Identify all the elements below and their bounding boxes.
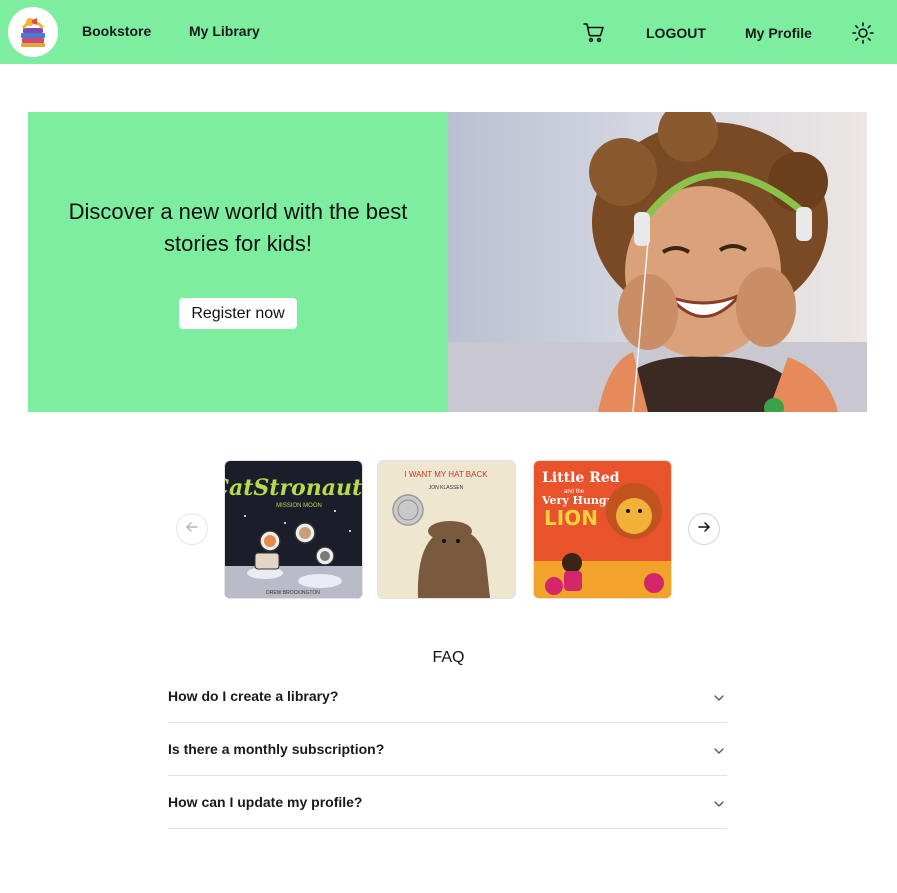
sun-icon[interactable] bbox=[851, 21, 875, 45]
chevron-down-icon bbox=[713, 797, 725, 809]
carousel-prev-button[interactable] bbox=[176, 513, 208, 545]
faq-title: FAQ bbox=[432, 649, 465, 666]
book-author-catstronauts: DREW BROCKINGTON bbox=[266, 590, 320, 596]
carousel-next-button[interactable] bbox=[688, 513, 720, 545]
faq-item[interactable]: How do I create a library? bbox=[168, 670, 727, 723]
hero-title: Discover a new world with the best stori… bbox=[68, 199, 408, 256]
faq-item[interactable]: Is there a monthly subscription? bbox=[168, 723, 727, 776]
navbar: Bookstore My Library LOGOUT My Profile bbox=[0, 0, 897, 64]
book-title-hat: I WANT MY HAT BACK bbox=[404, 470, 488, 479]
register-now-button[interactable]: Register now bbox=[179, 298, 297, 329]
chevron-down-icon bbox=[713, 691, 725, 703]
hero-banner: Discover a new world with the best stori… bbox=[28, 112, 448, 412]
arrow-left-icon bbox=[185, 520, 199, 539]
book-author-hat: JON KLASSEN bbox=[429, 485, 464, 491]
book-subtitle-catstronauts: MISSION MOON bbox=[276, 503, 322, 509]
faq-question: How can I update my profile? bbox=[168, 794, 363, 810]
faq-question: How do I create a library? bbox=[168, 688, 339, 704]
book-cover-i-want-my-hat-back[interactable]: I WANT MY HAT BACK JON KLASSEN bbox=[378, 461, 515, 598]
cart-icon[interactable] bbox=[582, 20, 606, 44]
nav-bookstore-link[interactable]: Bookstore bbox=[82, 23, 151, 39]
faq-question: Is there a monthly subscription? bbox=[168, 741, 385, 757]
book-title-line1: Little Red bbox=[542, 470, 620, 486]
book-cover-little-red[interactable]: Little Red and the Very Hungry LION bbox=[534, 461, 671, 598]
logout-button[interactable]: LOGOUT bbox=[646, 25, 706, 41]
book-title-line4: LION bbox=[544, 506, 598, 530]
chevron-down-icon bbox=[713, 744, 725, 756]
nav-my-profile-link[interactable]: My Profile bbox=[745, 25, 812, 41]
faq-item[interactable]: How can I update my profile? bbox=[168, 776, 727, 829]
arrow-right-icon bbox=[697, 520, 711, 539]
hero-image bbox=[448, 112, 867, 412]
book-title-catstronauts: CatStronauts bbox=[225, 475, 362, 501]
bookstore-logo-icon[interactable] bbox=[8, 7, 58, 57]
nav-my-library-link[interactable]: My Library bbox=[189, 23, 260, 39]
book-cover-catstronauts[interactable]: CatStronauts MISSION MOON DREW BROCKINGT… bbox=[225, 461, 362, 598]
